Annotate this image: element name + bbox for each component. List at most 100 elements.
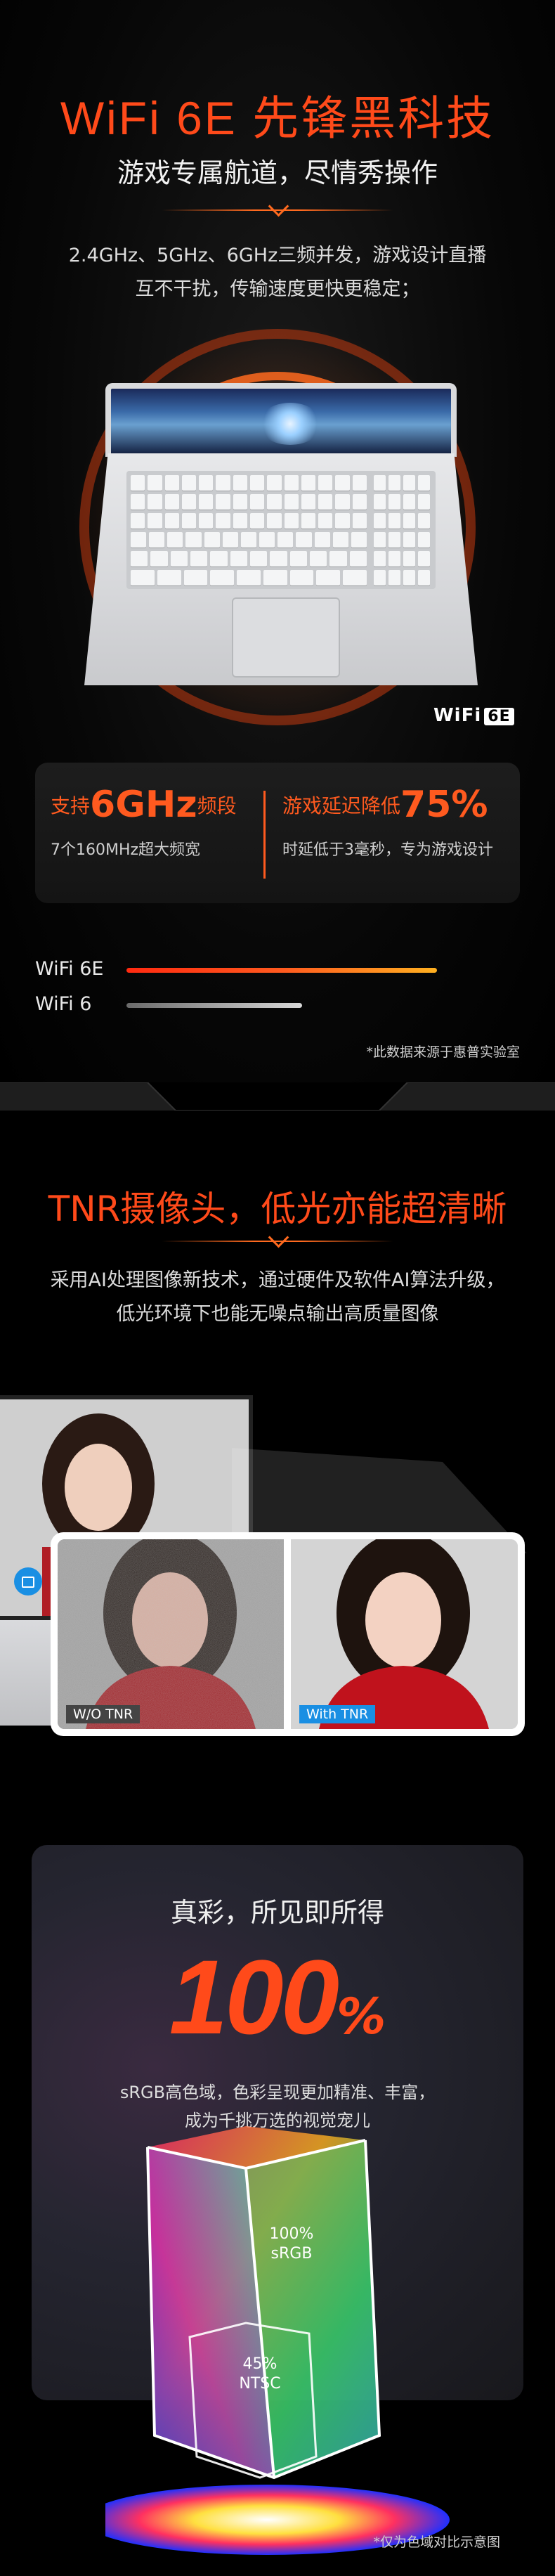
keyboard-key: [181, 494, 197, 510]
wifi-footnote: *此数据来源于惠普实验室: [366, 1044, 520, 1060]
keyboard-key: [148, 513, 162, 529]
keyboard-key: [284, 513, 299, 529]
keyboard-key: [263, 570, 287, 585]
keyboard-key: [164, 513, 179, 529]
keyboard-key: [329, 551, 347, 567]
laptop-keyboard-edge: [0, 1620, 56, 1726]
keyboard-key: [216, 494, 230, 510]
compare-label-wifi6: WiFi 6: [35, 993, 92, 1015]
numpad-key: [418, 570, 430, 585]
keyboard-key: [131, 513, 145, 529]
stat-divider: [263, 791, 266, 879]
wifi-desc-line-2: 互不干扰，传输速度更快更稳定；: [135, 278, 420, 300]
keyboard-key: [199, 475, 214, 491]
color-footnote: *仅为色域对比示意图: [373, 2535, 500, 2550]
keyboard-key: [267, 475, 282, 491]
compare-bar-wifi6e: [126, 968, 437, 973]
keyboard-key: [352, 513, 367, 529]
laptop-screen: [105, 383, 457, 457]
keyboard-key: [351, 532, 367, 548]
keyboard-key: [318, 494, 333, 510]
wifi6e-logo: WiFi 6E: [433, 705, 514, 726]
keyboard-key: [170, 551, 188, 567]
keyboard-key: [250, 494, 265, 510]
keyboard-key: [157, 570, 181, 585]
keyboard-key: [164, 494, 179, 510]
color-desc-line-1: sRGB高色域，色彩呈现更加精准、丰富，: [119, 2083, 436, 2102]
keyboard-key: [332, 532, 348, 548]
stat-6ghz: 支持6GHz频段 7个160MHz超大频宽: [51, 784, 237, 859]
keyboard-key: [237, 570, 261, 585]
keyboard-key: [259, 532, 275, 548]
numpad-key: [403, 532, 415, 548]
keyboard-key: [216, 513, 230, 529]
wifi-stats-panel: 支持6GHz频段 7个160MHz超大频宽 游戏延迟降低75% 时延低于3毫秒，…: [35, 763, 520, 903]
numpad-key: [403, 570, 415, 585]
label-ntsc-name: NTSC: [239, 2375, 280, 2393]
keyboard-key: [181, 475, 197, 491]
numpad-key: [374, 494, 386, 510]
keyboard-key: [352, 494, 367, 510]
keyboard-key: [301, 475, 316, 491]
tnr-comparison-frame: W/O TNR With TNR: [51, 1532, 525, 1736]
numpad-key: [403, 513, 415, 529]
numpad-key: [418, 532, 430, 548]
numpad-key: [374, 551, 386, 567]
color-percent: 100%: [169, 1938, 386, 2056]
numpad-key: [418, 513, 430, 529]
tag-without-tnr: W/O TNR: [66, 1705, 141, 1723]
wifi-description: 2.4GHz、5GHz、6GHz三频并发，游戏设计直播 互不干扰，传输速度更快更…: [0, 239, 555, 306]
stat-latency-subtext: 时延低于3毫秒，专为游戏设计: [282, 841, 493, 859]
keyboard-key: [204, 532, 220, 548]
keyboard-key: [301, 513, 316, 529]
keyboard-key: [167, 532, 183, 548]
keyboard-key: [267, 494, 282, 510]
numpad-key: [388, 532, 400, 548]
color-title: 真彩，所见即所得: [170, 1897, 384, 1928]
tnr-camera-section: TNR摄像头，低光亦能超清晰 采用AI处理图像新技术，通过硬件及软件AI算法升级…: [0, 1111, 555, 1799]
numpad-key: [388, 570, 400, 585]
keyboard-key: [278, 532, 294, 548]
numpad-key: [418, 494, 430, 510]
keyboard-key: [318, 475, 333, 491]
camera-description: 采用AI处理图像新技术，通过硬件及软件AI算法升级， 低光环境下也能无噪点输出高…: [0, 1264, 555, 1331]
keyboard-key: [343, 570, 367, 585]
keyboard-key: [335, 475, 350, 491]
wifi-subtitle: 游戏专属航道，尽情秀操作: [117, 157, 438, 188]
numpad-key: [418, 475, 430, 491]
chevron-down-icon: [256, 199, 299, 220]
keyboard-key: [148, 475, 162, 491]
keyboard-key: [335, 513, 350, 529]
keyboard-key: [183, 570, 208, 585]
keyboard-key: [301, 494, 316, 510]
keyboard-key: [284, 494, 299, 510]
keyboard-key: [131, 494, 145, 510]
keyboard-key: [270, 551, 287, 567]
keyboard-key: [267, 513, 282, 529]
keyboard-key: [233, 475, 247, 491]
keyboard-key: [233, 513, 247, 529]
numpad-key: [403, 494, 415, 510]
stat-6ghz-subtext: 7个160MHz超大频宽: [51, 841, 201, 859]
keyboard-key: [250, 475, 265, 491]
compare-label-wifi6e: WiFi 6E: [35, 958, 104, 980]
keyboard-key: [149, 532, 165, 548]
keyboard-key: [190, 551, 208, 567]
keyboard-key: [316, 570, 341, 585]
keyboard-key: [289, 570, 314, 585]
keyboard-key: [131, 475, 145, 491]
keyboard-key: [240, 532, 257, 548]
label-srgb-value: 100%: [270, 2225, 314, 2243]
keyboard-key: [131, 570, 155, 585]
keyboard-key: [233, 494, 247, 510]
laptop-image: [84, 383, 478, 692]
keyboard-key: [199, 494, 214, 510]
keyboard-key: [148, 494, 162, 510]
numpad-key: [403, 551, 415, 567]
keyboard-key: [296, 532, 312, 548]
keyboard-key: [335, 494, 350, 510]
wifi-desc-line-1: 2.4GHz、5GHz、6GHz三频并发，游戏设计直播: [68, 245, 487, 266]
numpad-key: [388, 494, 400, 510]
keyboard-key: [310, 551, 327, 567]
numpad-key: [374, 513, 386, 529]
